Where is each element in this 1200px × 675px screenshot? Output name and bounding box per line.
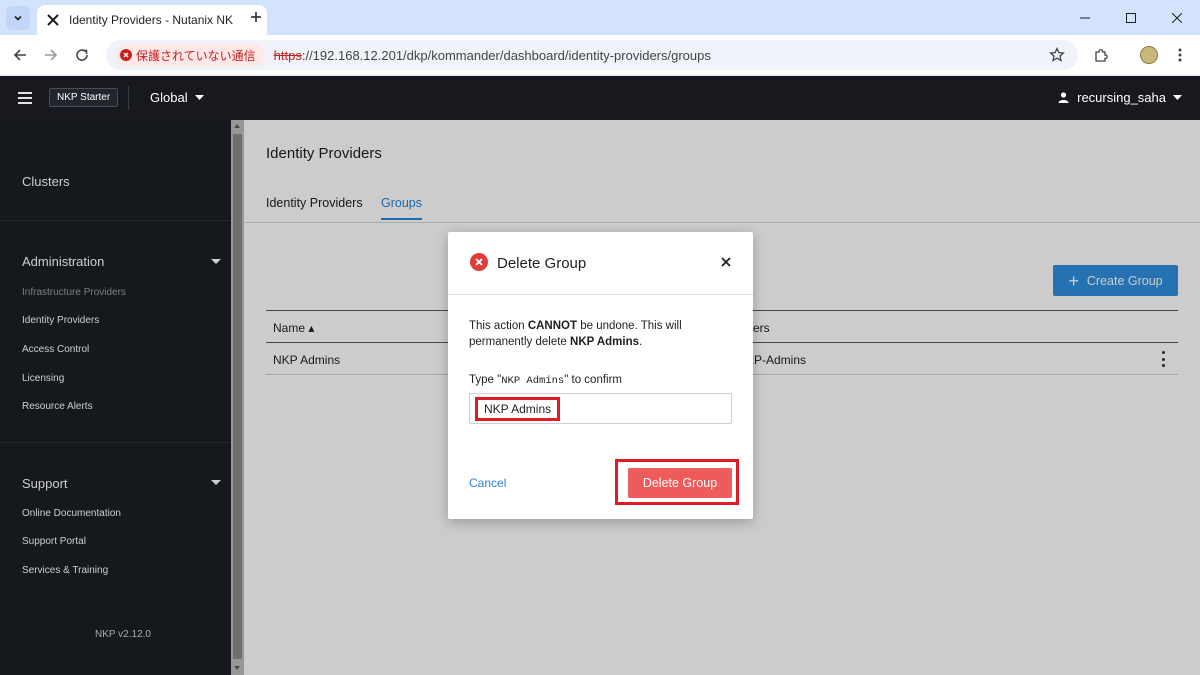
bookmark-button[interactable] xyxy=(1048,46,1066,64)
caret-down-icon xyxy=(1173,94,1182,100)
user-menu[interactable]: recursing_saha xyxy=(1058,90,1182,105)
username: recursing_saha xyxy=(1077,90,1166,105)
input-value-highlight: NKP Admins xyxy=(475,397,561,421)
scope-selector[interactable]: Global xyxy=(150,90,204,105)
avatar xyxy=(1140,46,1158,64)
error-icon xyxy=(470,253,488,271)
new-tab-button[interactable] xyxy=(245,6,267,28)
minimize-icon xyxy=(1080,17,1090,18)
confirm-name-input[interactable]: NKP Admins xyxy=(469,393,732,424)
confirm-label: Type "NKP Admins" to confirm xyxy=(469,374,622,387)
more-vertical-icon xyxy=(1178,48,1182,62)
address-bar[interactable]: 保護されていない通信 https://192.168.12.201/dkp/ko… xyxy=(106,40,1078,70)
forward-button[interactable] xyxy=(39,43,63,67)
back-button[interactable] xyxy=(8,43,32,67)
close-icon xyxy=(1172,12,1182,23)
dialog-title: Delete Group xyxy=(497,255,587,272)
dialog-header: Delete Group xyxy=(448,232,753,295)
reload-button[interactable] xyxy=(70,43,94,67)
nutanix-favicon-icon xyxy=(45,12,61,28)
browser-toolbar: 保護されていない通信 https://192.168.12.201/dkp/ko… xyxy=(0,35,1200,76)
user-icon xyxy=(1058,92,1069,103)
star-icon xyxy=(1049,47,1065,62)
security-chip[interactable]: 保護されていない通信 xyxy=(116,44,264,66)
hamburger-icon xyxy=(18,92,32,104)
browser-tab[interactable]: Identity Providers - Nutanix NK xyxy=(37,5,267,35)
plus-icon xyxy=(251,12,261,22)
arrow-right-icon xyxy=(45,49,58,61)
window-controls xyxy=(1062,0,1200,35)
url-text: https://192.168.12.201/dkp/kommander/das… xyxy=(274,48,711,63)
puzzle-icon xyxy=(1095,49,1108,62)
chevron-down-icon xyxy=(14,15,22,21)
extensions-button[interactable] xyxy=(1090,43,1114,67)
warning-icon xyxy=(120,49,132,61)
maximize-button[interactable] xyxy=(1108,0,1154,35)
dialog-message: This action CANNOT be undone. This will … xyxy=(469,320,682,348)
close-window-button[interactable] xyxy=(1154,0,1200,35)
security-label: 保護されていない通信 xyxy=(136,48,256,63)
tab-title: Identity Providers - Nutanix NK xyxy=(69,13,234,27)
tab-search-button[interactable] xyxy=(6,6,30,30)
scope-label: Global xyxy=(150,90,188,105)
url-rest: ://192.168.12.201/dkp/kommander/dashboar… xyxy=(301,47,711,63)
reload-icon xyxy=(76,49,88,61)
menu-toggle-button[interactable] xyxy=(17,90,33,106)
maximize-icon xyxy=(1126,12,1136,23)
delete-group-dialog: Delete Group This action CANNOT be undon… xyxy=(448,232,753,519)
close-icon xyxy=(721,257,731,267)
brand-badge: NKP Starter xyxy=(49,88,119,107)
app-header: NKP Starter Global recursing_saha xyxy=(0,76,1200,120)
minimize-button[interactable] xyxy=(1062,0,1108,35)
profile-button[interactable] xyxy=(1137,43,1161,67)
cancel-button[interactable]: Cancel xyxy=(469,476,506,490)
browser-tab-bar: Identity Providers - Nutanix NK xyxy=(0,0,1200,35)
delete-group-button[interactable]: Delete Group xyxy=(628,468,732,498)
close-dialog-button[interactable] xyxy=(719,255,733,269)
caret-down-icon xyxy=(194,94,204,100)
arrow-left-icon xyxy=(13,49,26,61)
url-scheme: https xyxy=(273,47,302,63)
browser-menu-button[interactable] xyxy=(1168,43,1192,67)
header-divider xyxy=(128,86,129,110)
